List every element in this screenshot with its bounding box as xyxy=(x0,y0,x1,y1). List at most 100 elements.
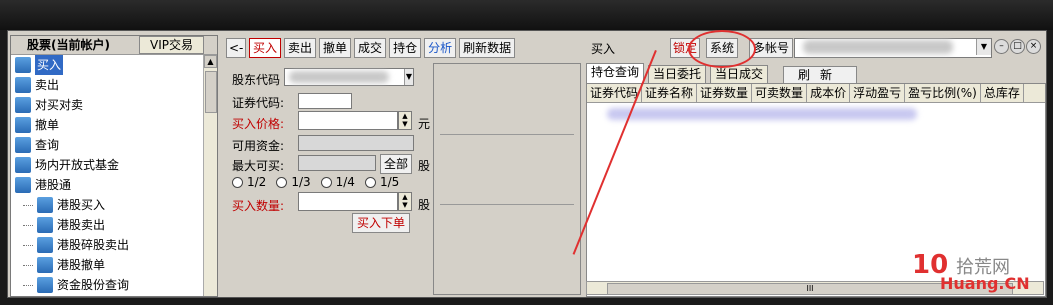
tree-item[interactable]: 资金股份查询 xyxy=(11,275,203,295)
toolbar-button[interactable]: 成交 xyxy=(354,38,387,58)
buy-icon xyxy=(15,57,31,73)
buy-price-input[interactable] xyxy=(298,111,398,130)
column-header[interactable]: 成本价 xyxy=(807,84,851,102)
tree-item[interactable]: 港股撤单 xyxy=(11,255,203,275)
tree-scrollbar[interactable]: ▲ xyxy=(203,55,217,296)
toolbar: <- 买入 卖出 撤单 成交 持仓 分析 刷新数据 xyxy=(226,37,518,59)
ratio-options: 1/2 1/3 1/4 1/5 xyxy=(232,175,409,191)
tree-item-label: 场内开放式基金 xyxy=(35,158,120,172)
column-header[interactable]: 证券名称 xyxy=(642,84,698,102)
close-icon[interactable]: × xyxy=(1026,39,1041,54)
qty-stepper[interactable]: ▲ ▼ xyxy=(398,192,412,211)
tree-item-label: 港股通 xyxy=(35,178,72,192)
toolbar-button[interactable]: 刷新数据 xyxy=(459,38,516,58)
all-button[interactable]: 全部 xyxy=(380,154,413,174)
cancel-order-icon xyxy=(37,257,53,273)
redacted-account xyxy=(803,40,953,54)
tree-item[interactable]: 撤单 xyxy=(11,115,203,135)
share-unit: 股 xyxy=(418,159,431,173)
tree-item-label: 撤单 xyxy=(35,118,60,132)
column-header[interactable]: 可卖数量 xyxy=(752,84,808,102)
function-tree-header: 股票(当前帐户) VIP交易 xyxy=(11,36,217,55)
chevron-down-icon[interactable]: ▼ xyxy=(976,39,991,55)
tree-item[interactable]: 港股卖出 xyxy=(11,215,203,235)
page-title: 买入 xyxy=(591,42,616,56)
tree-item-label: 港股买入 xyxy=(57,198,106,212)
column-header[interactable]: 证券数量 xyxy=(697,84,753,102)
redacted-row xyxy=(607,108,917,120)
query-tabs: 持仓查询 当日委托 当日成交 xyxy=(586,63,772,83)
toolbar-button[interactable]: 撤单 xyxy=(319,38,352,58)
toolbar-button[interactable]: 买入 xyxy=(249,38,282,58)
quote-panel xyxy=(433,63,581,295)
tree-item[interactable]: 港股买入 xyxy=(11,195,203,215)
watermark-logo: 10 拾荒网 Huang.CN xyxy=(912,250,1030,293)
stock-code-input[interactable] xyxy=(298,93,352,109)
ratio-label: 1/5 xyxy=(379,175,400,189)
fund-icon xyxy=(15,157,31,173)
ratio-radio[interactable]: 1/4 xyxy=(320,175,355,189)
tab-current-account[interactable]: 股票(当前帐户) xyxy=(11,37,131,53)
buy-price-label: 买入价格: xyxy=(232,117,285,131)
radio-circle-icon[interactable] xyxy=(232,176,243,188)
tab-vip-trading[interactable]: VIP交易 xyxy=(139,36,204,54)
cancel-order-icon xyxy=(15,117,31,133)
ratio-radio[interactable]: 1/5 xyxy=(364,175,400,189)
radio-circle-icon[interactable] xyxy=(276,176,288,188)
column-header[interactable]: 浮动盈亏 xyxy=(850,84,906,102)
buy-qty-label: 买入数量: xyxy=(232,199,285,213)
toolbar-button[interactable]: 分析 xyxy=(424,38,457,58)
tree-item[interactable]: 买入 xyxy=(11,55,203,75)
quote-divider xyxy=(440,204,574,205)
buy-order-form: 股东代码 ▼ 证券代码: 买入价格: ▲ ▼ 元 可用资金: 最大可买: 全部 股… xyxy=(226,63,434,297)
ratio-label: 1/3 xyxy=(291,175,311,189)
ratio-label: 1/2 xyxy=(247,175,267,189)
maximize-icon[interactable]: □ xyxy=(1010,39,1025,54)
buy-icon xyxy=(37,197,53,213)
tree-item[interactable]: 卖出 xyxy=(11,75,203,95)
column-header[interactable]: 盈亏比例(%) xyxy=(905,84,981,102)
scroll-thumb[interactable] xyxy=(205,71,217,113)
redacted-holder-code xyxy=(289,71,389,83)
available-funds-label: 可用资金: xyxy=(232,139,285,153)
price-unit: 元 xyxy=(418,117,431,131)
toolbar-button[interactable]: 卖出 xyxy=(284,38,317,58)
radio-circle-icon[interactable] xyxy=(364,176,376,188)
sell-icon xyxy=(37,237,53,253)
scroll-up-icon[interactable]: ▲ xyxy=(204,55,217,68)
tab-positions[interactable]: 持仓查询 xyxy=(586,63,645,83)
tree-item-label: 查询 xyxy=(35,138,60,152)
tree-item-label: 买入 xyxy=(35,55,64,75)
tree-item-label: 港股碎股卖出 xyxy=(57,238,130,252)
tree-item-label: 港股撤单 xyxy=(57,258,106,272)
swap-icon xyxy=(15,97,31,113)
query-icon xyxy=(15,137,31,153)
ratio-label: 1/4 xyxy=(335,175,355,189)
toolbar-button[interactable]: 持仓 xyxy=(389,38,422,58)
tree-item[interactable]: 港股通 xyxy=(11,175,203,195)
trading-window: 股票(当前帐户) VIP交易 买入 卖出 对买对卖 撤单 查询 场内开放式基金 港股通 港股买… xyxy=(7,30,1047,298)
watermark-url: Huang.CN xyxy=(940,274,1030,293)
buy-submit-button[interactable]: 买入下单 xyxy=(352,213,411,233)
buy-qty-input[interactable] xyxy=(298,192,398,211)
price-stepper[interactable]: ▲ ▼ xyxy=(398,111,412,130)
ratio-radio[interactable]: 1/2 xyxy=(232,175,266,189)
tree-item-label: 卖出 xyxy=(35,78,60,92)
tab-today-orders[interactable]: 当日委托 xyxy=(648,65,707,83)
account-select[interactable]: ▼ xyxy=(794,38,992,58)
ratio-radio[interactable]: 1/3 xyxy=(276,175,311,189)
radio-circle-icon[interactable] xyxy=(320,176,332,188)
table-header: 证券代码 证券名称 证券数量 可卖数量 成本价 浮动盈亏 盈亏比例(%) 总库存 xyxy=(587,84,1045,103)
max-buy-value xyxy=(298,155,376,171)
column-header[interactable]: 总库存 xyxy=(981,84,1024,102)
tree-item[interactable]: 港股碎股卖出 xyxy=(11,235,203,255)
tree-item[interactable]: 场内开放式基金 xyxy=(11,155,203,175)
chevron-down-icon[interactable]: ▼ xyxy=(404,69,413,85)
quote-divider xyxy=(440,134,574,135)
tree-item[interactable]: 对买对卖 xyxy=(11,95,203,115)
minimize-icon[interactable]: – xyxy=(994,39,1009,54)
back-button[interactable]: <- xyxy=(226,38,246,58)
tree-item[interactable]: 查询 xyxy=(11,135,203,155)
max-buy-label: 最大可买: xyxy=(232,159,285,173)
holder-code-select[interactable]: ▼ xyxy=(284,68,414,86)
